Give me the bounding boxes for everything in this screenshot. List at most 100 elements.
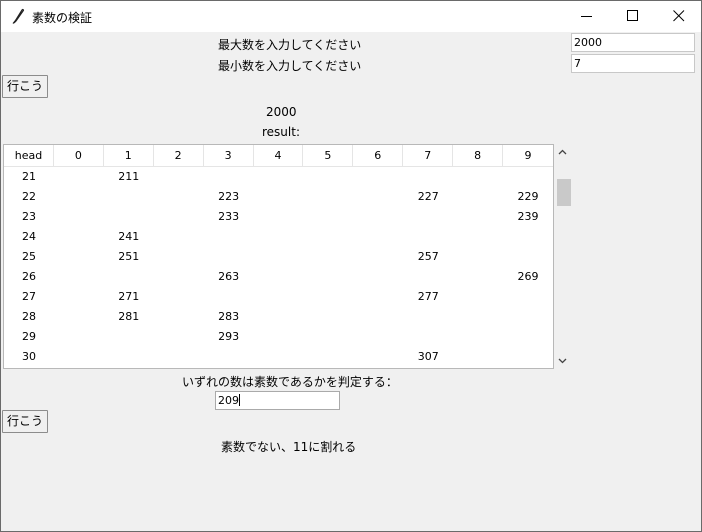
max-input[interactable]: 2000: [571, 33, 695, 52]
table-cell: [303, 207, 353, 227]
table-cell: [403, 167, 453, 187]
table-cell: [453, 167, 503, 187]
table-row[interactable]: 22 223 227 229: [4, 187, 553, 207]
column-header[interactable]: 6: [353, 145, 404, 166]
table-cell: [54, 187, 104, 207]
table-cell: [303, 167, 353, 187]
row-head-cell: 23: [21, 210, 36, 223]
minimize-icon: [581, 16, 592, 17]
row-head-cell: 29: [21, 330, 36, 343]
table-cell: [403, 307, 453, 327]
table-cell: [403, 227, 453, 247]
table-cell: [54, 207, 104, 227]
table-cell: [154, 267, 204, 287]
text-caret: [239, 394, 240, 406]
table-row[interactable]: 28 281 283: [4, 307, 553, 327]
table-row[interactable]: 30 307: [4, 347, 553, 367]
table-cell: [353, 287, 403, 307]
column-header[interactable]: 8: [453, 145, 504, 166]
table-row[interactable]: 27 271 277: [4, 287, 553, 307]
table-cell: [303, 347, 353, 367]
window-title: 素数の検証: [32, 11, 93, 25]
close-button[interactable]: [656, 1, 701, 32]
table-cell: [54, 307, 104, 327]
table-row[interactable]: 24 241: [4, 227, 553, 247]
chevron-down-icon[interactable]: [558, 356, 567, 365]
table-cell: 251: [118, 250, 140, 263]
column-header[interactable]: 9: [503, 145, 553, 166]
table-cell: [254, 227, 304, 247]
table-cell: [503, 287, 553, 307]
close-icon: [673, 10, 685, 22]
table-cell: [353, 307, 403, 327]
table-cell: [104, 207, 154, 227]
table-cell: [204, 167, 254, 187]
table-cell: [104, 187, 154, 207]
table-cell: [104, 327, 154, 347]
table-cell: [503, 307, 553, 327]
table-cell: [303, 327, 353, 347]
table-cell: [254, 167, 304, 187]
table-scrollbar[interactable]: [554, 144, 571, 369]
table-cell: [353, 207, 403, 227]
min-input[interactable]: 7: [571, 54, 695, 73]
prime-table[interactable]: head 0 1 2 3 4 5 6 7 8 9 21 211 22 223 227 22…: [3, 144, 554, 369]
table-cell: 227: [417, 190, 439, 203]
column-header[interactable]: 5: [303, 145, 354, 166]
column-header[interactable]: 0: [54, 145, 104, 166]
column-header[interactable]: 1: [104, 145, 154, 166]
result-label: result:: [262, 125, 300, 139]
table-row[interactable]: 26 263 269: [4, 267, 553, 287]
row-head-cell: 21: [21, 170, 36, 183]
check-input[interactable]: 209: [215, 391, 340, 410]
table-cell: [403, 267, 453, 287]
column-header[interactable]: 2: [154, 145, 204, 166]
column-header[interactable]: head: [4, 145, 54, 166]
column-header[interactable]: 3: [204, 145, 254, 166]
go-button-2[interactable]: 行こう: [2, 410, 49, 433]
table-cell: [453, 207, 503, 227]
table-cell: [254, 307, 304, 327]
table-cell: [353, 347, 403, 367]
table-cell: [353, 247, 403, 267]
go-button-1[interactable]: 行こう: [2, 75, 49, 98]
table-cell: 307: [417, 350, 439, 363]
table-cell: [104, 347, 154, 367]
table-cell: [154, 287, 204, 307]
table-cell: [453, 347, 503, 367]
feather-icon: [12, 8, 25, 24]
table-cell: 293: [218, 330, 240, 343]
scrollbar-thumb[interactable]: [557, 179, 571, 206]
table-cell: [303, 187, 353, 207]
table-cell: [254, 287, 304, 307]
table-cell: [303, 247, 353, 267]
table-row[interactable]: 21 211: [4, 167, 553, 187]
table-cell: 281: [118, 310, 140, 323]
chevron-up-icon[interactable]: [558, 148, 567, 157]
table-cell: [154, 347, 204, 367]
table-cell: [254, 207, 304, 227]
column-header[interactable]: 7: [403, 145, 454, 166]
table-cell: [154, 207, 204, 227]
table-cell: [303, 267, 353, 287]
maximize-button[interactable]: [610, 1, 656, 32]
table-row[interactable]: 29 293: [4, 327, 553, 347]
table-cell: [54, 347, 104, 367]
table-cell: [453, 267, 503, 287]
maximize-icon: [627, 10, 638, 21]
table-cell: [254, 247, 304, 267]
table-row[interactable]: 25 251 257: [4, 247, 553, 267]
table-row[interactable]: 23 233 239: [4, 207, 553, 227]
count-text: 2000: [266, 105, 297, 119]
table-cell: [254, 267, 304, 287]
table-cell: [154, 167, 204, 187]
table-cell: [503, 227, 553, 247]
table-cell: [403, 207, 453, 227]
table-cell: [204, 227, 254, 247]
column-header[interactable]: 4: [254, 145, 304, 166]
table-cell: [353, 227, 403, 247]
table-cell: [303, 227, 353, 247]
row-head-cell: 27: [21, 290, 36, 303]
minimize-button[interactable]: [564, 1, 610, 32]
table-cell: [453, 227, 503, 247]
